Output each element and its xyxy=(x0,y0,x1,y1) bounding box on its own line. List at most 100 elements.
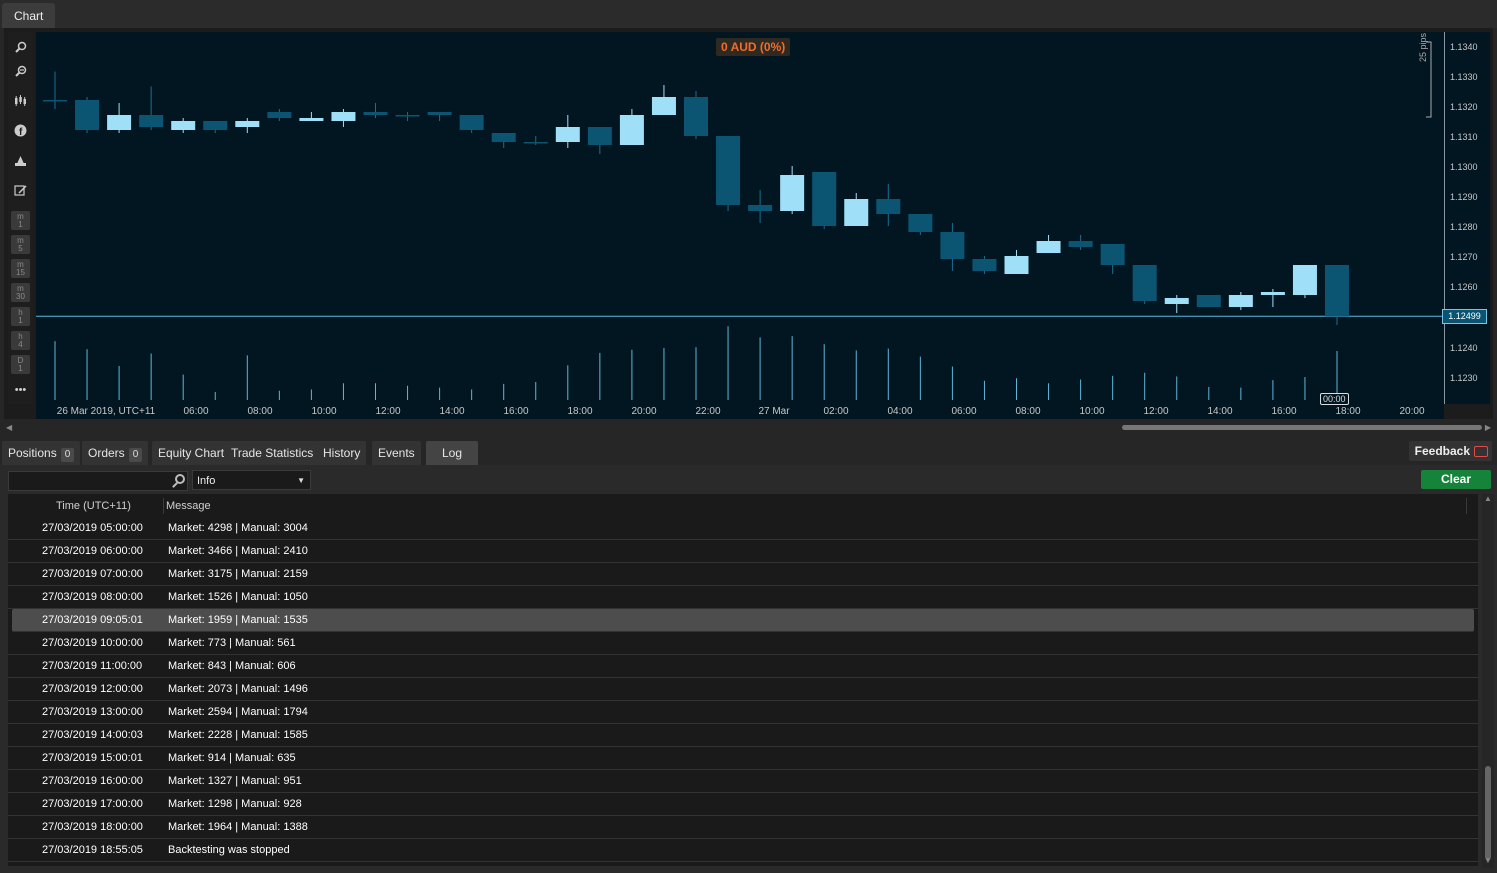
candlestick-chart[interactable] xyxy=(36,32,1444,404)
timeframe-button-h4[interactable]: h4 xyxy=(11,331,30,350)
timeframe-button-h1[interactable]: h1 xyxy=(11,307,30,326)
log-time-cell: 27/03/2019 10:00:00 xyxy=(42,637,143,649)
tab-orders[interactable]: Orders 0 xyxy=(82,441,149,465)
candle-body xyxy=(1325,265,1349,317)
chart-plot-area[interactable] xyxy=(36,32,1444,404)
time-tick-label: 16:00 xyxy=(503,406,529,417)
table-row[interactable]: 27/03/2019 07:00:00 Market: 3175 | Manual… xyxy=(8,563,1478,586)
timeframe-button-D1[interactable]: D1 xyxy=(11,355,30,374)
table-row[interactable]: 27/03/2019 05:00:00 Market: 4298 | Manual… xyxy=(8,517,1478,540)
chart-horizontal-scrollbar[interactable]: ◀ ▶ xyxy=(4,422,1493,432)
table-row[interactable]: 27/03/2019 10:00:00 Market: 773 | Manual:… xyxy=(8,632,1478,655)
candle-body xyxy=(491,133,516,142)
log-message-cell: Market: 773 | Manual: 561 xyxy=(168,637,296,649)
timeframe-button-m1[interactable]: m1 xyxy=(11,211,30,230)
bottom-tabs: Positions 0 Orders 0 Equity Chart Trade St… xyxy=(0,440,1497,465)
candles-icon[interactable] xyxy=(11,91,30,110)
candle-body xyxy=(139,115,164,127)
log-message-cell: Market: 2594 | Manual: 1794 xyxy=(168,706,308,718)
table-row[interactable]: 27/03/2019 11:00:00 Market: 843 | Manual:… xyxy=(8,655,1478,678)
candle-body xyxy=(427,112,452,115)
table-row[interactable]: 27/03/2019 16:00:00 Market: 1327 | Manual… xyxy=(8,770,1478,793)
chat-bubble-icon xyxy=(1474,446,1488,458)
zoom-out-icon[interactable] xyxy=(11,61,30,80)
table-row[interactable]: 27/03/2019 13:00:00 Market: 2594 | Manual… xyxy=(8,701,1478,724)
candle-body xyxy=(267,112,292,118)
time-axis[interactable]: 26 Mar 2019, UTC+11 06:00 08:00 10:00 12:00 1… xyxy=(36,404,1444,419)
objects-icon[interactable] xyxy=(11,151,30,170)
candle-body xyxy=(716,136,741,205)
log-vertical-scrollbar[interactable]: ▲ ▼ xyxy=(1482,494,1494,868)
table-row[interactable]: 27/03/2019 08:00:00 Market: 1526 | Manual… xyxy=(8,586,1478,609)
column-header-time[interactable]: Time (UTC+11) xyxy=(56,500,131,512)
table-row[interactable]: 27/03/2019 18:00:00 Market: 1964 | Manual… xyxy=(8,816,1478,839)
time-tick-label: 18:00 xyxy=(1335,406,1361,417)
more-icon[interactable]: ••• xyxy=(11,380,30,399)
scrollbar-thumb[interactable] xyxy=(1485,766,1491,860)
tab-events[interactable]: Events xyxy=(372,441,421,465)
timeframe-count: 1 xyxy=(18,363,23,373)
candle-body xyxy=(43,100,67,102)
time-tick-label: 18:00 xyxy=(567,406,593,417)
price-axis[interactable]: 1.1340 1.1330 1.1320 1.1310 1.1300 1.1290 1.12… xyxy=(1444,32,1490,404)
log-search-input[interactable] xyxy=(8,471,188,491)
edit-icon[interactable] xyxy=(11,181,30,200)
hover-time-tag: 00:00 xyxy=(1320,393,1349,405)
time-tick-label: 22:00 xyxy=(695,406,721,417)
time-tick-label: 06:00 xyxy=(951,406,977,417)
timeframe-button-m30[interactable]: m 30 xyxy=(11,283,30,302)
scroll-left-icon[interactable]: ◀ xyxy=(6,423,12,432)
candle-body xyxy=(1068,241,1093,247)
time-tick-label: 08:00 xyxy=(247,406,273,417)
log-message-cell: Market: 1327 | Manual: 951 xyxy=(168,775,302,787)
time-tick-label: 20:00 xyxy=(1399,406,1425,417)
candle-body xyxy=(651,97,676,115)
scroll-right-icon[interactable]: ▶ xyxy=(1485,423,1491,432)
candle-body xyxy=(107,115,132,130)
table-row[interactable]: 27/03/2019 18:55:05 Backtesting was stopp… xyxy=(8,839,1478,862)
tab-log[interactable]: Log xyxy=(426,441,479,465)
column-header-message[interactable]: Message xyxy=(166,500,211,512)
table-row[interactable]: 27/03/2019 06:00:00 Market: 3466 | Manual… xyxy=(8,540,1478,563)
candle-body xyxy=(395,115,420,117)
tab-equity-chart[interactable]: Equity Chart xyxy=(152,441,231,465)
log-time-cell: 27/03/2019 11:00:00 xyxy=(42,660,143,672)
tab-positions[interactable]: Positions 0 xyxy=(2,441,81,465)
log-message-cell: Market: 1526 | Manual: 1050 xyxy=(168,591,308,603)
tab-trade-statistics[interactable]: Trade Statistics xyxy=(225,441,320,465)
time-tick-label: 26 Mar 2019, UTC+11 xyxy=(56,406,156,417)
candle-body xyxy=(684,97,708,136)
table-row[interactable]: 27/03/2019 17:00:00 Market: 1298 | Manual… xyxy=(8,793,1478,816)
column-divider[interactable] xyxy=(1466,498,1467,514)
candle-body xyxy=(75,100,100,130)
chevron-down-icon: ▼ xyxy=(297,476,305,485)
column-divider[interactable] xyxy=(163,498,164,514)
price-tick-label: 1.1270 xyxy=(1450,252,1478,262)
timeframe-button-m5[interactable]: m5 xyxy=(11,235,30,254)
scrollbar-thumb[interactable] xyxy=(1122,425,1482,430)
candle-body xyxy=(1100,244,1125,265)
tab-label: Orders xyxy=(88,446,125,460)
scroll-up-icon[interactable]: ▲ xyxy=(1484,494,1492,503)
tab-chart[interactable]: Chart xyxy=(2,3,56,28)
table-row[interactable]: 27/03/2019 12:00:00 Market: 2073 | Manual… xyxy=(8,678,1478,701)
time-tick-label: 20:00 xyxy=(631,406,657,417)
table-row[interactable]: 27/03/2019 09:05:01 Market: 1959 | Manual… xyxy=(12,609,1474,632)
clear-button[interactable]: Clear xyxy=(1421,470,1491,489)
time-tick-label: 10:00 xyxy=(1079,406,1105,417)
log-level-select[interactable]: Info ▼ xyxy=(192,470,311,490)
search-icon[interactable] xyxy=(175,474,185,484)
table-row[interactable]: 27/03/2019 15:00:01 Market: 914 | Manual:… xyxy=(8,747,1478,770)
table-row[interactable]: 27/03/2019 14:00:03 Market: 2228 | Manual… xyxy=(8,724,1478,747)
log-message-cell: Market: 2228 | Manual: 1585 xyxy=(168,729,308,741)
feedback-label: Feedback xyxy=(1414,444,1470,458)
zoom-in-icon[interactable] xyxy=(11,37,30,56)
tab-history[interactable]: History xyxy=(317,441,367,465)
timeframe-button-m15[interactable]: m 15 xyxy=(11,259,30,278)
current-price-tag: 1.12499 xyxy=(1442,309,1487,324)
facebook-icon[interactable]: f xyxy=(11,121,30,140)
feedback-button[interactable]: Feedback xyxy=(1408,441,1492,461)
time-tick-label: 12:00 xyxy=(375,406,401,417)
log-time-cell: 27/03/2019 14:00:03 xyxy=(42,729,143,741)
scroll-down-icon[interactable]: ▼ xyxy=(1484,856,1492,865)
